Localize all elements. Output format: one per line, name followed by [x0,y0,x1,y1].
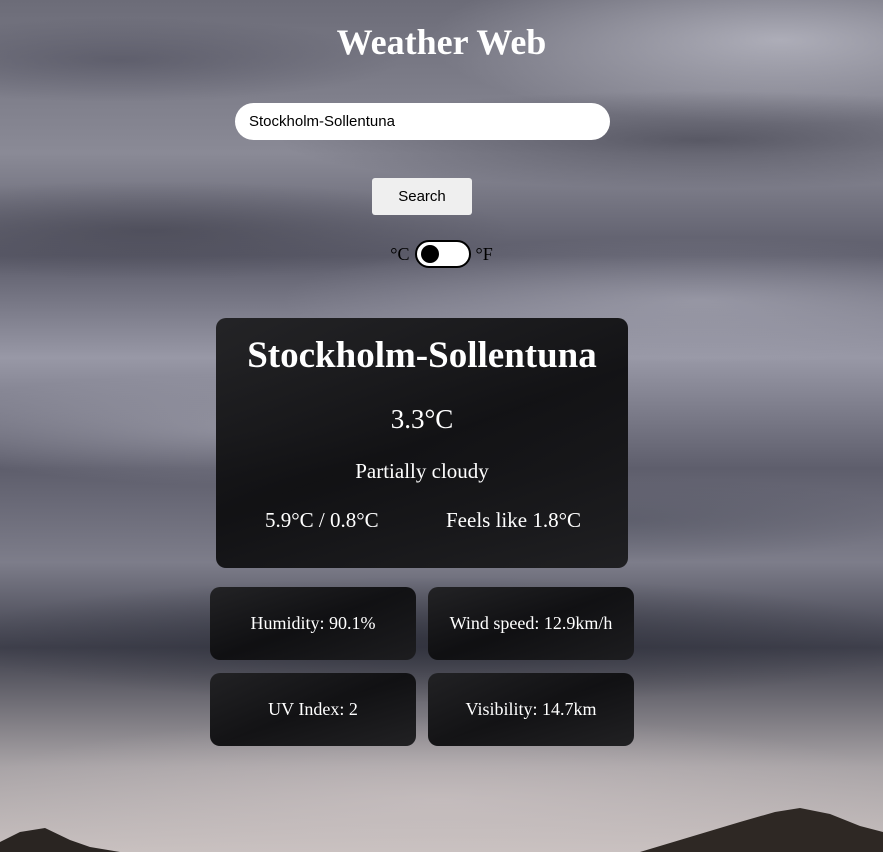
min-max-temperature: 5.9°C / 0.8°C [265,508,379,532]
app-title: Weather Web [336,22,547,62]
fahrenheit-label: °F [475,243,493,264]
humidity-card: Humidity: 90.1% [210,587,416,660]
mountain-silhouette [0,808,883,852]
search-button[interactable]: Search [372,178,472,215]
unit-toggle-row: °C °F [0,240,883,268]
visibility-value: Visibility: 14.7km [465,699,597,719]
current-weather-card: Stockholm-Sollentuna 3.3°C Partially clo… [216,318,628,568]
toggle-knob [420,245,439,263]
current-temperature: 3.3°C [390,404,454,434]
uv-index-value: UV Index: 2 [268,699,358,719]
weather-condition: Partially cloudy [355,459,489,483]
uv-index-card: UV Index: 2 [210,673,416,746]
celsius-label: °C [390,243,410,264]
wind-speed-value: Wind speed: 12.9km/h [449,613,613,633]
search-input[interactable] [235,103,610,140]
city-name: Stockholm-Sollentuna [247,335,597,376]
unit-toggle-switch[interactable] [414,240,471,268]
feels-like-temperature: Feels like 1.8°C [446,508,581,532]
humidity-value: Humidity: 90.1% [250,613,376,633]
wind-speed-card: Wind speed: 12.9km/h [428,587,634,660]
visibility-card: Visibility: 14.7km [428,673,634,746]
